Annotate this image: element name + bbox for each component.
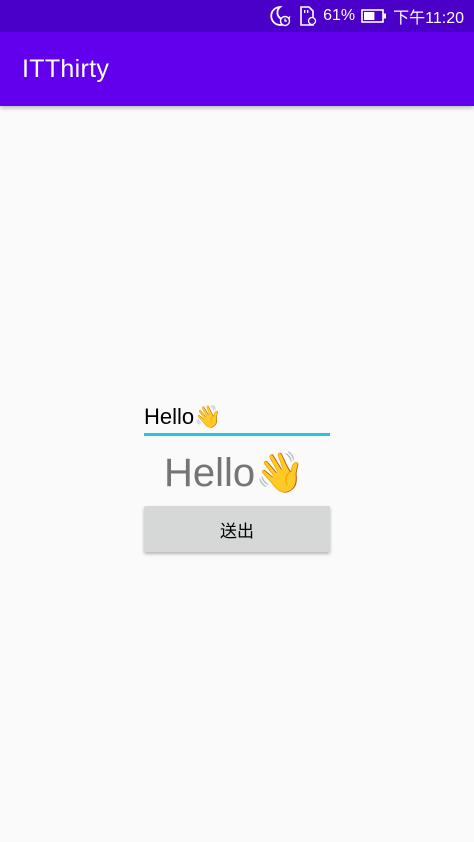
text-input[interactable]: Hello👋 (144, 400, 330, 436)
status-bar: 61% 下午11:20 (0, 0, 474, 32)
submit-button[interactable]: 送出 (144, 506, 330, 552)
battery-percent: 61% (323, 7, 356, 24)
moon-clock-icon (269, 5, 291, 27)
app-title: ITThirty (22, 54, 110, 83)
app-bar: ITThirty (0, 32, 474, 106)
sd-card-icon (297, 5, 317, 27)
display-text: Hello👋 (164, 451, 305, 495)
battery-icon (361, 8, 387, 24)
status-time: 下午11:20 (393, 10, 464, 27)
main-content: Hello👋 Hello👋 送出 (0, 106, 474, 842)
